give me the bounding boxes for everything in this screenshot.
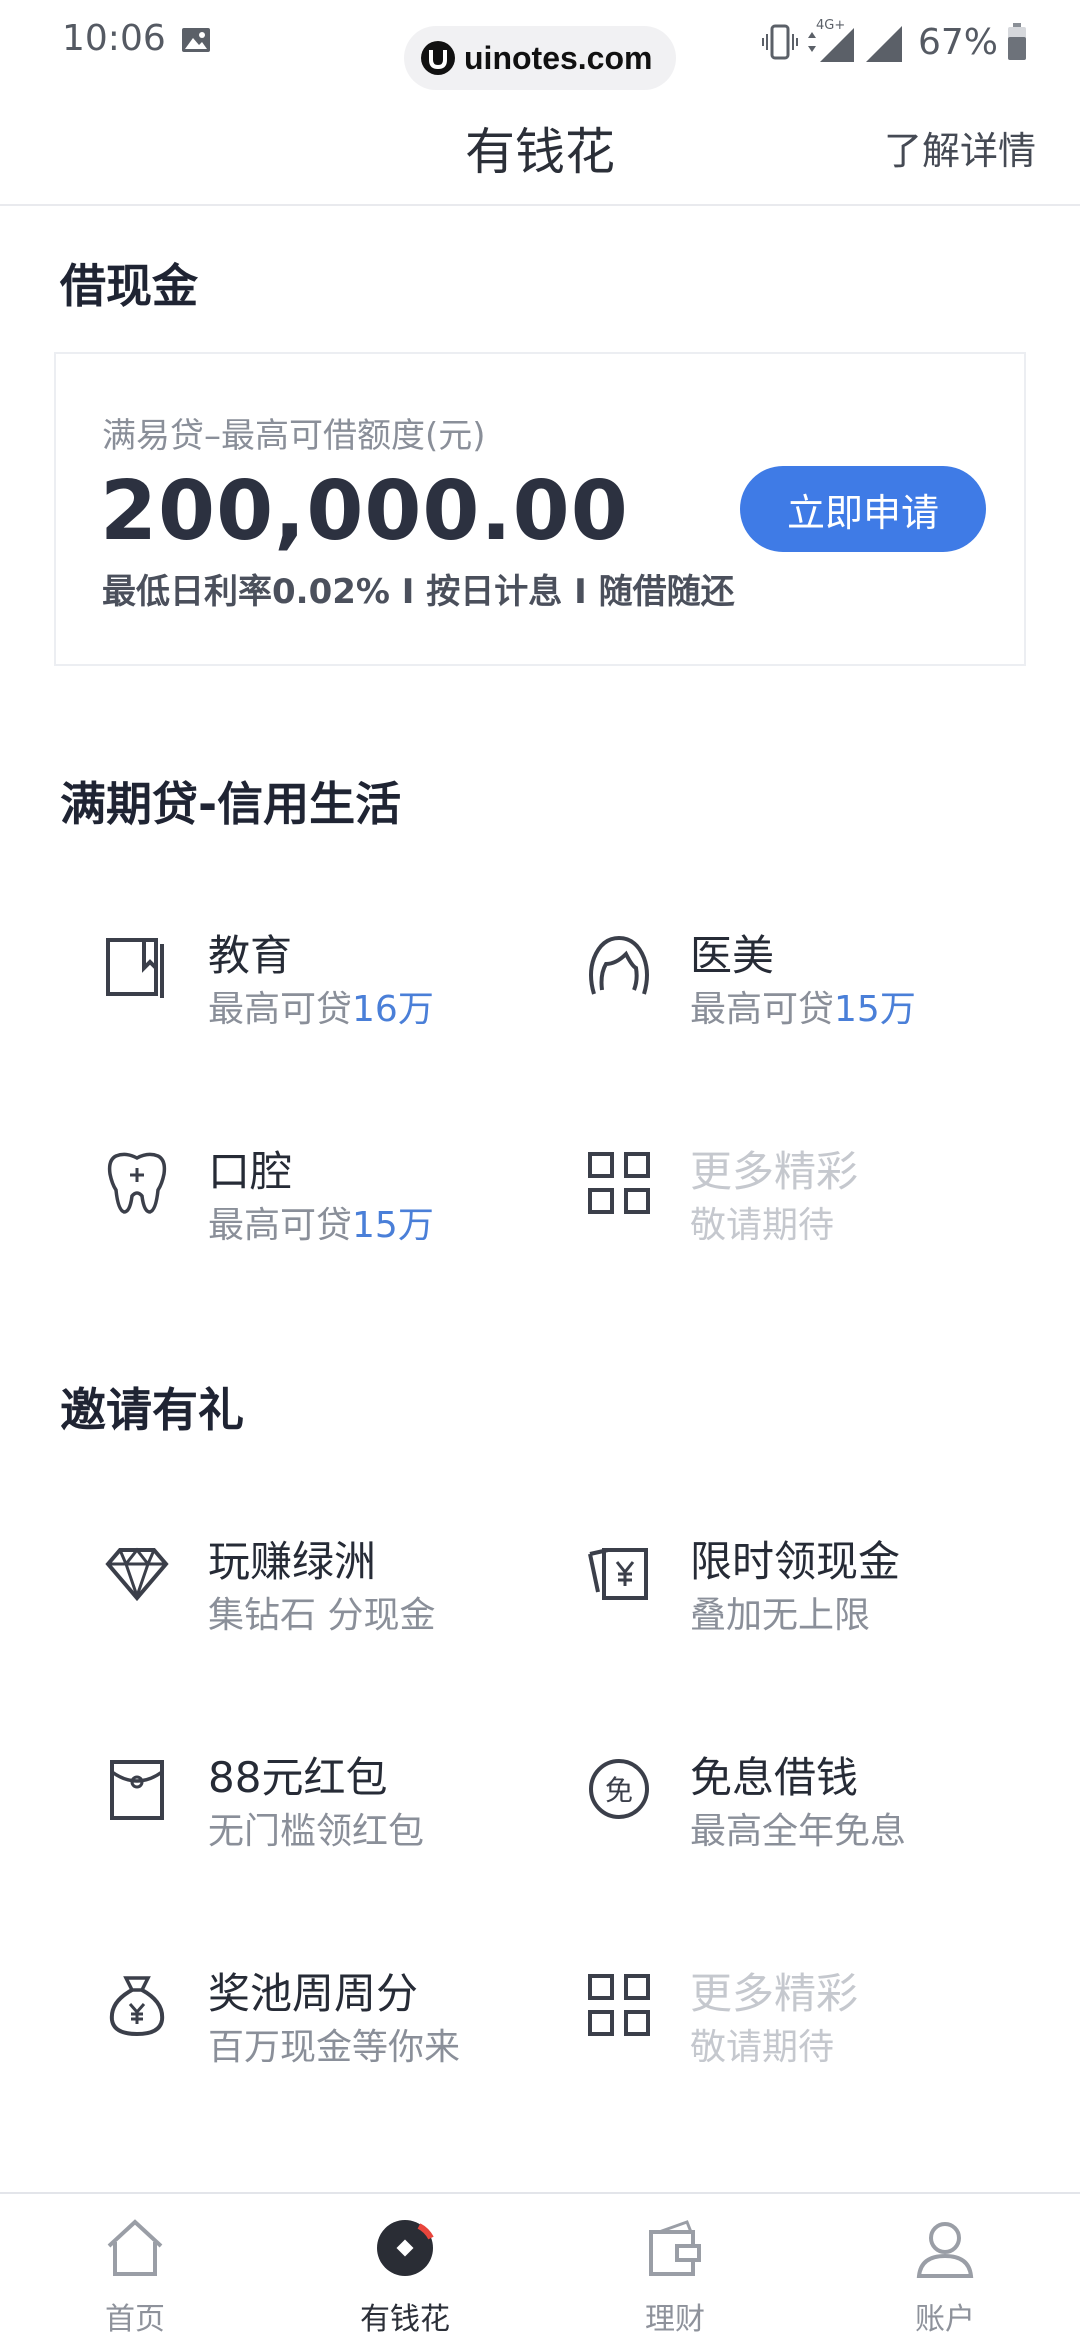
item-subtitle: 最高可贷15万: [208, 1205, 434, 1246]
education-item[interactable]: 教育 最高可贷16万: [104, 922, 584, 1042]
item-subtitle: 最高全年免息: [690, 1811, 907, 1852]
item-title: 更多精彩: [690, 1147, 859, 1196]
item-subtitle: 无门槛领红包: [208, 1811, 425, 1852]
nav-label: 理财: [645, 2302, 705, 2337]
interest-free-icon: 免: [589, 1759, 649, 1819]
item-subtitle: 最高可贷16万: [208, 989, 434, 1030]
item-subtitle: 集钻石 分现金: [208, 1595, 436, 1636]
item-title: 医美: [690, 931, 775, 980]
money-bag-icon: [109, 1976, 165, 2037]
home-icon: [107, 2219, 163, 2276]
dental-item[interactable]: 口腔 最高可贷15万: [104, 1138, 584, 1258]
item-title: 玩赚绿洲: [208, 1537, 377, 1586]
learn-more-link[interactable]: 了解详情: [884, 120, 1036, 175]
item-subtitle: 敬请期待: [690, 1205, 835, 1246]
tooth-icon: [107, 1152, 167, 1214]
status-time: 10:06: [62, 18, 166, 59]
nav-home[interactable]: 首页: [0, 2194, 270, 2340]
item-title: 88元红包: [208, 1753, 388, 1802]
watermark-text: uinotes.com: [464, 39, 653, 76]
grid-icon: [588, 1974, 650, 2036]
item-title: 免息借钱: [690, 1753, 859, 1802]
loan-features: 最低日利率0.02% I 按日计息 I 随借随还: [102, 572, 735, 612]
loan-subtitle: 满易贷–最高可借额度(元): [102, 416, 486, 456]
nav-finance[interactable]: 理财: [540, 2194, 810, 2340]
credit-limit: 15万: [834, 989, 916, 1030]
youqianhua-icon: [377, 2220, 434, 2276]
face-icon: [589, 935, 649, 995]
bottom-nav: 首页 有钱花 理财 账户: [0, 2192, 1080, 2340]
loan-card[interactable]: 满易贷–最高可借额度(元) 200,000.00 最低日利率0.02% I 按日…: [54, 352, 1026, 666]
item-title: 奖池周周分: [208, 1969, 419, 2018]
prize-pool-item[interactable]: 奖池周周分 百万现金等你来: [104, 1960, 584, 2080]
signal-icon: [865, 26, 902, 62]
credit-limit: 16万: [352, 989, 434, 1030]
user-icon: [916, 2222, 974, 2278]
oasis-item[interactable]: 玩赚绿洲 集钻石 分现金: [104, 1528, 584, 1648]
apply-now-button[interactable]: 立即申请: [740, 466, 986, 552]
diamond-icon: [105, 1547, 169, 1602]
installment-section-title: 满期贷-信用生活: [60, 777, 402, 831]
app-header: 有钱花 了解详情: [0, 86, 1080, 206]
more-coming-item: 更多精彩 敬请期待: [586, 1960, 1066, 2080]
item-subtitle: 百万现金等你来: [208, 2027, 461, 2068]
medical-beauty-item[interactable]: 医美 最高可贷15万: [586, 922, 1066, 1042]
item-title: 更多精彩: [690, 1969, 859, 2018]
wallet-icon: [649, 2220, 701, 2276]
nav-youqianhua[interactable]: 有钱花: [270, 2194, 540, 2340]
item-title: 口腔: [208, 1147, 293, 1196]
loan-amount: 200,000.00: [100, 464, 629, 559]
interest-free-item[interactable]: 免 免息借钱 最高全年免息: [586, 1744, 1066, 1864]
grid-icon: [588, 1152, 650, 1214]
vibrate-icon: [761, 24, 798, 60]
red-envelope-icon: [110, 1760, 164, 1820]
item-subtitle: 最高可贷15万: [690, 989, 916, 1030]
credit-limit: 15万: [352, 1205, 434, 1246]
battery-icon: [1008, 23, 1026, 60]
battery-percent: 67%: [917, 21, 998, 63]
invite-section-title: 邀请有礼: [60, 1383, 244, 1437]
nav-label: 账户: [915, 2302, 975, 2337]
nav-label: 有钱花: [360, 2302, 450, 2337]
more-coming-item: 更多精彩 敬请期待: [586, 1138, 1066, 1258]
uinotes-logo-icon: [421, 41, 455, 75]
svg-text:免: 免: [605, 1774, 633, 1807]
item-subtitle: 敬请期待: [690, 2027, 835, 2068]
limited-cash-item[interactable]: 限时领现金 叠加无上限: [586, 1528, 1066, 1648]
nav-account[interactable]: 账户: [810, 2194, 1080, 2340]
status-icons: 4G+ 67%: [761, 18, 1028, 66]
red-envelope-item[interactable]: 88元红包 无门槛领红包: [104, 1744, 584, 1864]
watermark-badge: uinotes.com: [404, 26, 676, 90]
book-icon: [106, 938, 164, 998]
image-notification-icon: [182, 28, 210, 52]
status-bar: 10:06 uinotes.com 4G+ 67%: [0, 0, 1080, 90]
item-title: 限时领现金: [690, 1537, 901, 1586]
signal-4g-icon: 4G+: [806, 18, 858, 64]
item-title: 教育: [208, 931, 293, 980]
cash-card-icon: [588, 1548, 648, 1600]
item-subtitle: 叠加无上限: [690, 1595, 871, 1636]
nav-label: 首页: [105, 2302, 165, 2337]
cash-section-title: 借现金: [60, 259, 198, 313]
